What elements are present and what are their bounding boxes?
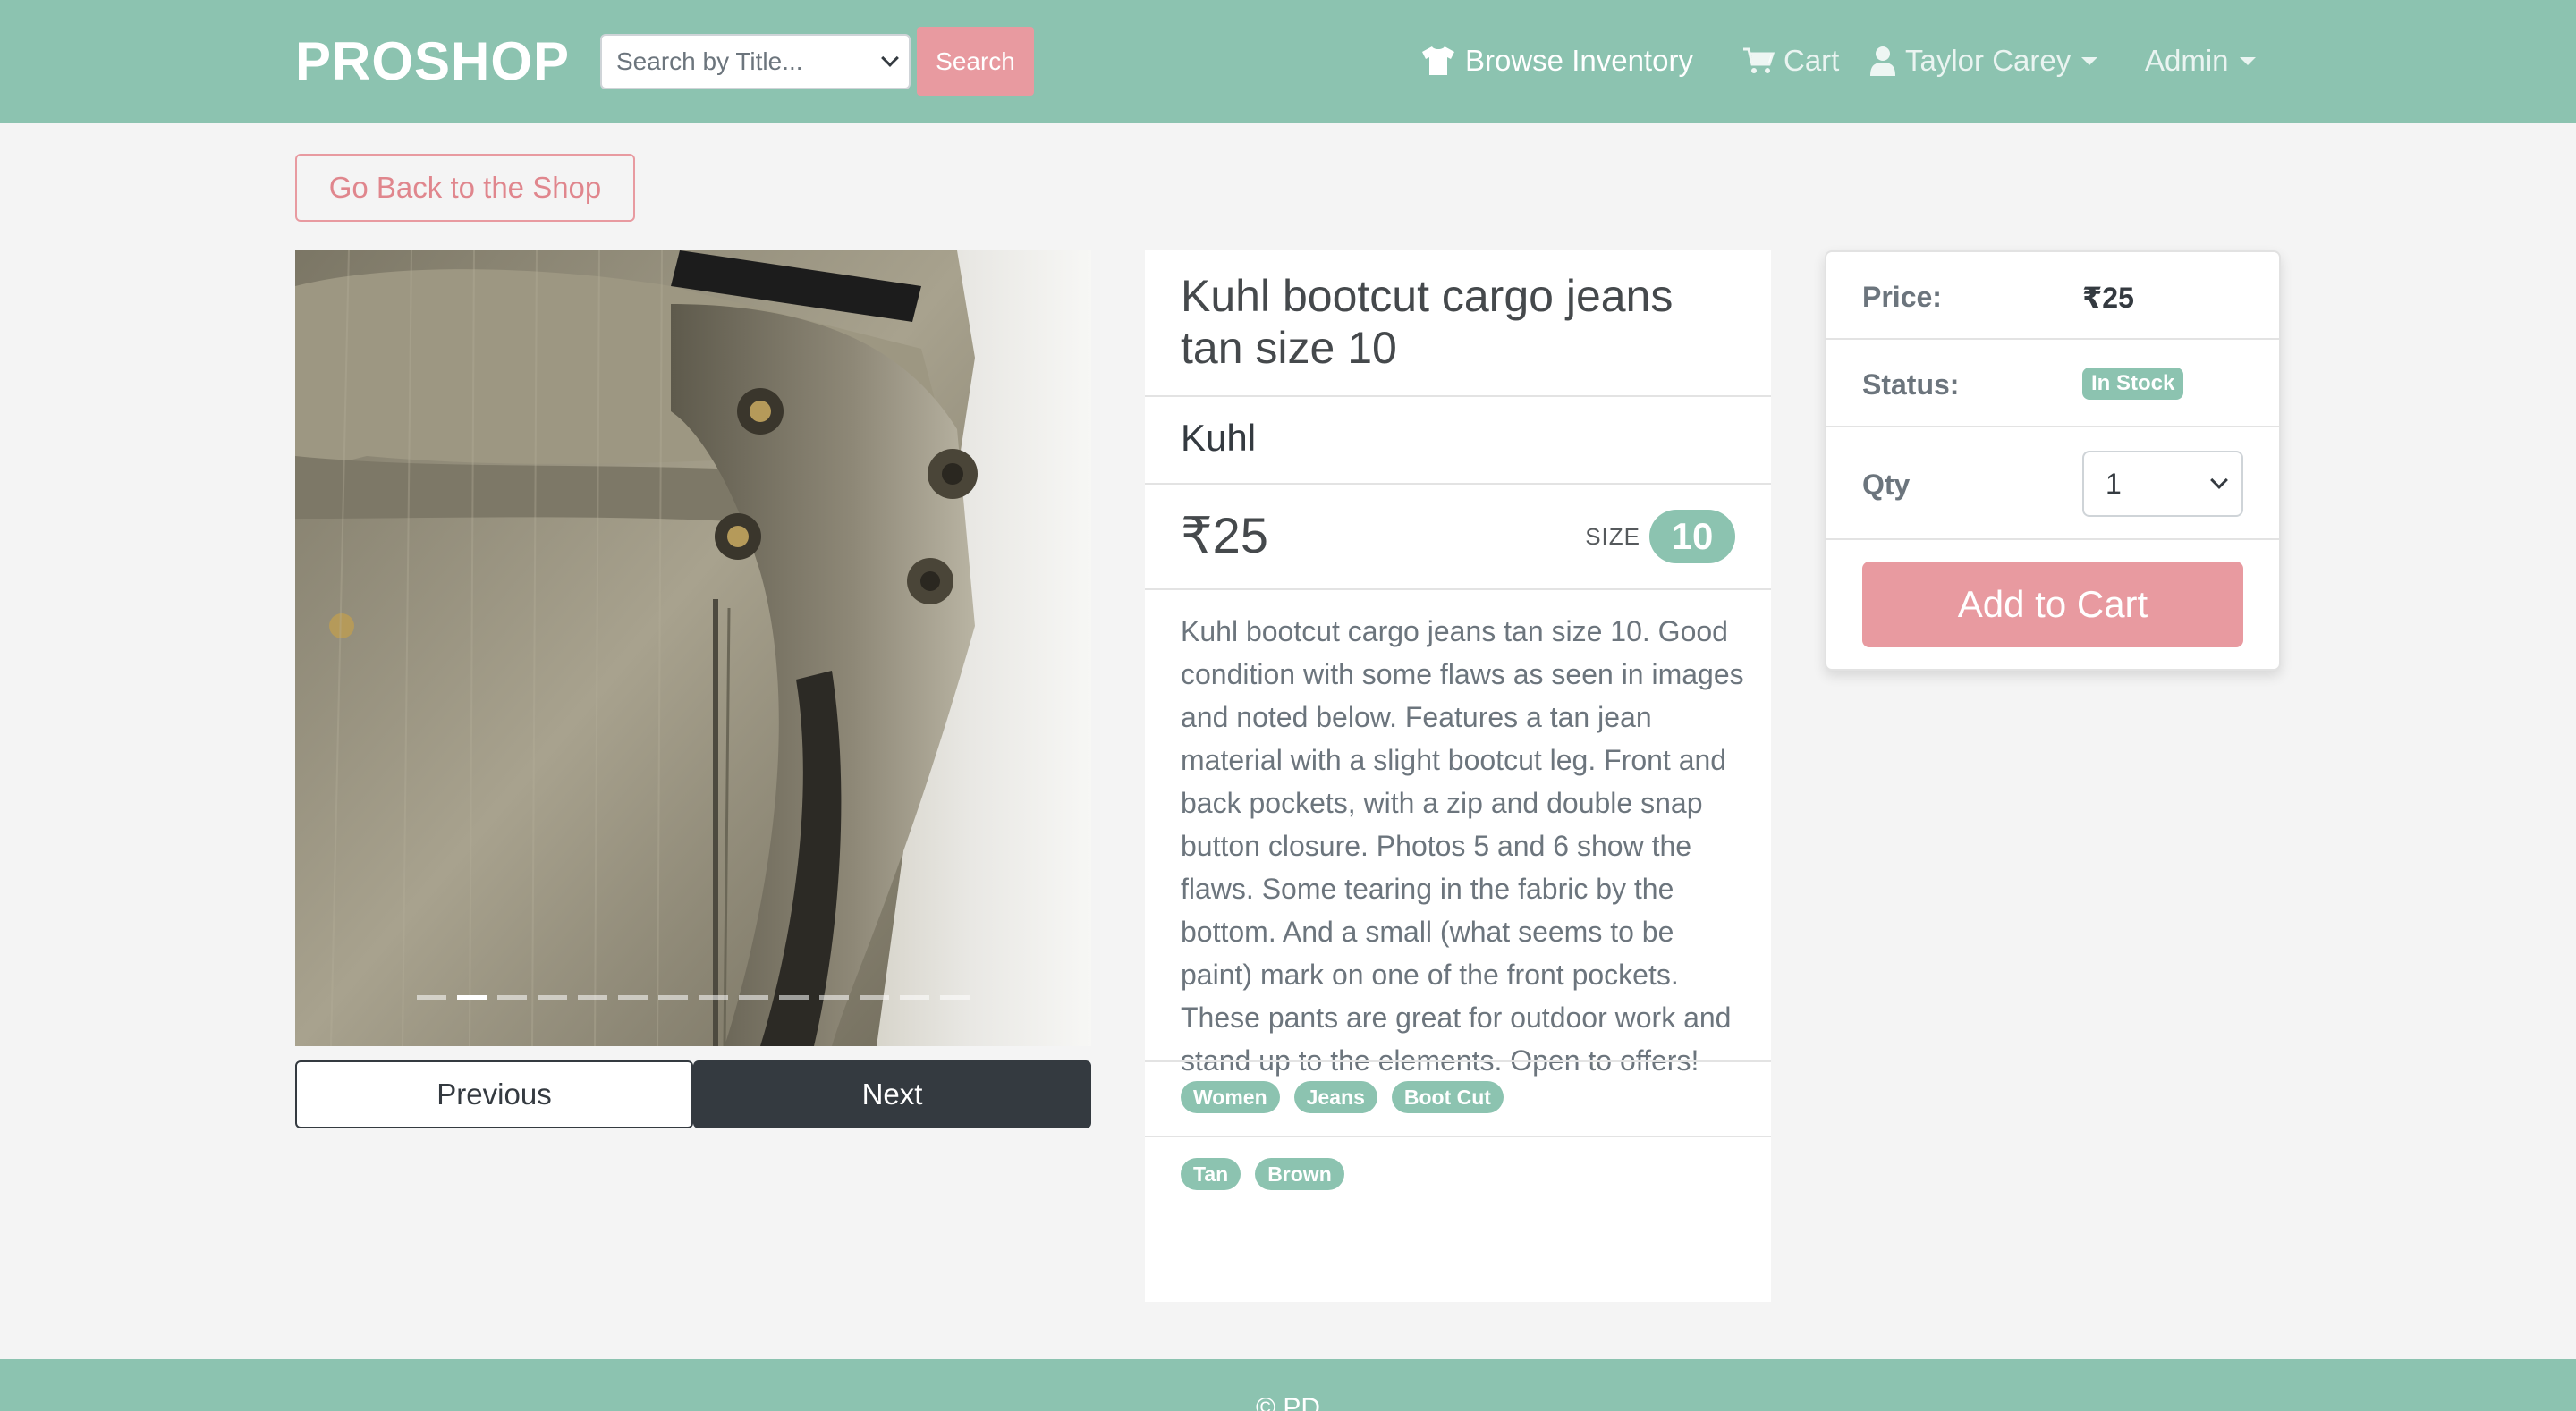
price-value: ₹25 bbox=[2082, 282, 2134, 314]
qty-select[interactable]: 1 bbox=[2082, 451, 2243, 517]
nav-browse-label: Browse Inventory bbox=[1465, 44, 1693, 77]
nav-browse-inventory[interactable]: Browse Inventory bbox=[1420, 39, 1693, 82]
cart-icon bbox=[1743, 47, 1775, 73]
qty-value: 1 bbox=[2106, 467, 2122, 500]
carousel-indicator[interactable] bbox=[900, 995, 929, 1000]
navbar: PROSHOP Search by Title... Search Browse… bbox=[0, 0, 2576, 123]
product-details: Kuhl bootcut cargo jeans tan size 10 Kuh… bbox=[1145, 250, 1771, 1400]
divider bbox=[1826, 538, 2279, 540]
carousel-indicator[interactable] bbox=[819, 995, 849, 1000]
carousel-indicator[interactable] bbox=[578, 995, 607, 1000]
carousel-indicator[interactable] bbox=[417, 995, 446, 1000]
carousel-indicator[interactable] bbox=[699, 995, 728, 1000]
status-label: Status: bbox=[1862, 368, 1960, 401]
tshirt-icon bbox=[1422, 46, 1454, 75]
product-price: ₹25 bbox=[1181, 507, 1268, 563]
footer-copyright: © PD bbox=[1255, 1393, 1321, 1411]
caret-down-icon bbox=[2081, 56, 2098, 65]
carousel-indicator[interactable] bbox=[860, 995, 889, 1000]
nav-cart-label: Cart bbox=[1784, 44, 1840, 77]
tag-badge: Women bbox=[1181, 1081, 1280, 1113]
search-placeholder: Search by Title... bbox=[616, 47, 803, 75]
caret-down-icon bbox=[2239, 56, 2256, 65]
tag-badge: Jeans bbox=[1293, 1081, 1377, 1113]
nav-user-label: Taylor Carey bbox=[1905, 44, 2072, 77]
brand-logo[interactable]: PROSHOP bbox=[295, 32, 570, 91]
divider bbox=[1826, 338, 2279, 340]
carousel-indicators[interactable] bbox=[295, 995, 1091, 1000]
go-back-button[interactable]: Go Back to the Shop bbox=[295, 154, 635, 222]
nav-admin-label: Admin bbox=[2145, 44, 2229, 77]
carousel-indicator[interactable] bbox=[497, 995, 527, 1000]
tag-badge: Brown bbox=[1255, 1158, 1344, 1190]
carousel-indicator[interactable] bbox=[538, 995, 567, 1000]
product-image-carousel[interactable] bbox=[295, 250, 1091, 1046]
next-button[interactable]: Next bbox=[693, 1060, 1091, 1128]
price-label: Price: bbox=[1862, 281, 1942, 313]
carousel-indicator[interactable] bbox=[779, 995, 809, 1000]
search-input[interactable]: Search by Title... bbox=[600, 34, 911, 89]
category-tags: Women Jeans Boot Cut bbox=[1181, 1081, 1504, 1113]
size-label: SIZE bbox=[1585, 522, 1640, 550]
size-badge: 10 bbox=[1649, 510, 1735, 563]
search-button[interactable]: Search bbox=[917, 27, 1034, 96]
chevron-down-icon bbox=[2210, 471, 2228, 489]
product-title: Kuhl bootcut cargo jeans tan size 10 bbox=[1181, 271, 1674, 373]
color-tags: Tan Brown bbox=[1181, 1158, 1344, 1190]
product-description: Kuhl bootcut cargo jeans tan size 10. Go… bbox=[1181, 615, 1744, 1077]
buy-box: Price: ₹25 Status: In Stock Qty 1 Add to… bbox=[1825, 250, 2281, 671]
product-brand: Kuhl bbox=[1181, 417, 1257, 459]
size-indicator: SIZE 10 bbox=[1585, 510, 1735, 563]
previous-button[interactable]: Previous bbox=[295, 1060, 693, 1128]
chevron-down-icon bbox=[881, 49, 899, 67]
nav-admin-dropdown[interactable]: Admin bbox=[2145, 39, 2256, 82]
carousel-indicator[interactable] bbox=[618, 995, 648, 1000]
footer: © PD bbox=[0, 1359, 2576, 1411]
qty-label: Qty bbox=[1862, 469, 1911, 501]
nav-user-dropdown[interactable]: Taylor Carey bbox=[1869, 39, 2098, 82]
carousel-indicator[interactable] bbox=[940, 995, 970, 1000]
carousel-indicator[interactable] bbox=[739, 995, 768, 1000]
add-to-cart-button[interactable]: Add to Cart bbox=[1862, 562, 2243, 647]
carousel-indicator[interactable] bbox=[457, 995, 487, 1000]
tag-badge: Boot Cut bbox=[1391, 1081, 1504, 1113]
product-photo bbox=[295, 250, 1091, 1046]
tag-badge: Tan bbox=[1181, 1158, 1241, 1190]
status-badge: In Stock bbox=[2082, 368, 2184, 400]
divider bbox=[1826, 426, 2279, 427]
nav-cart[interactable]: Cart bbox=[1742, 39, 1839, 82]
carousel-indicator[interactable] bbox=[658, 995, 688, 1000]
user-icon bbox=[1870, 46, 1895, 76]
